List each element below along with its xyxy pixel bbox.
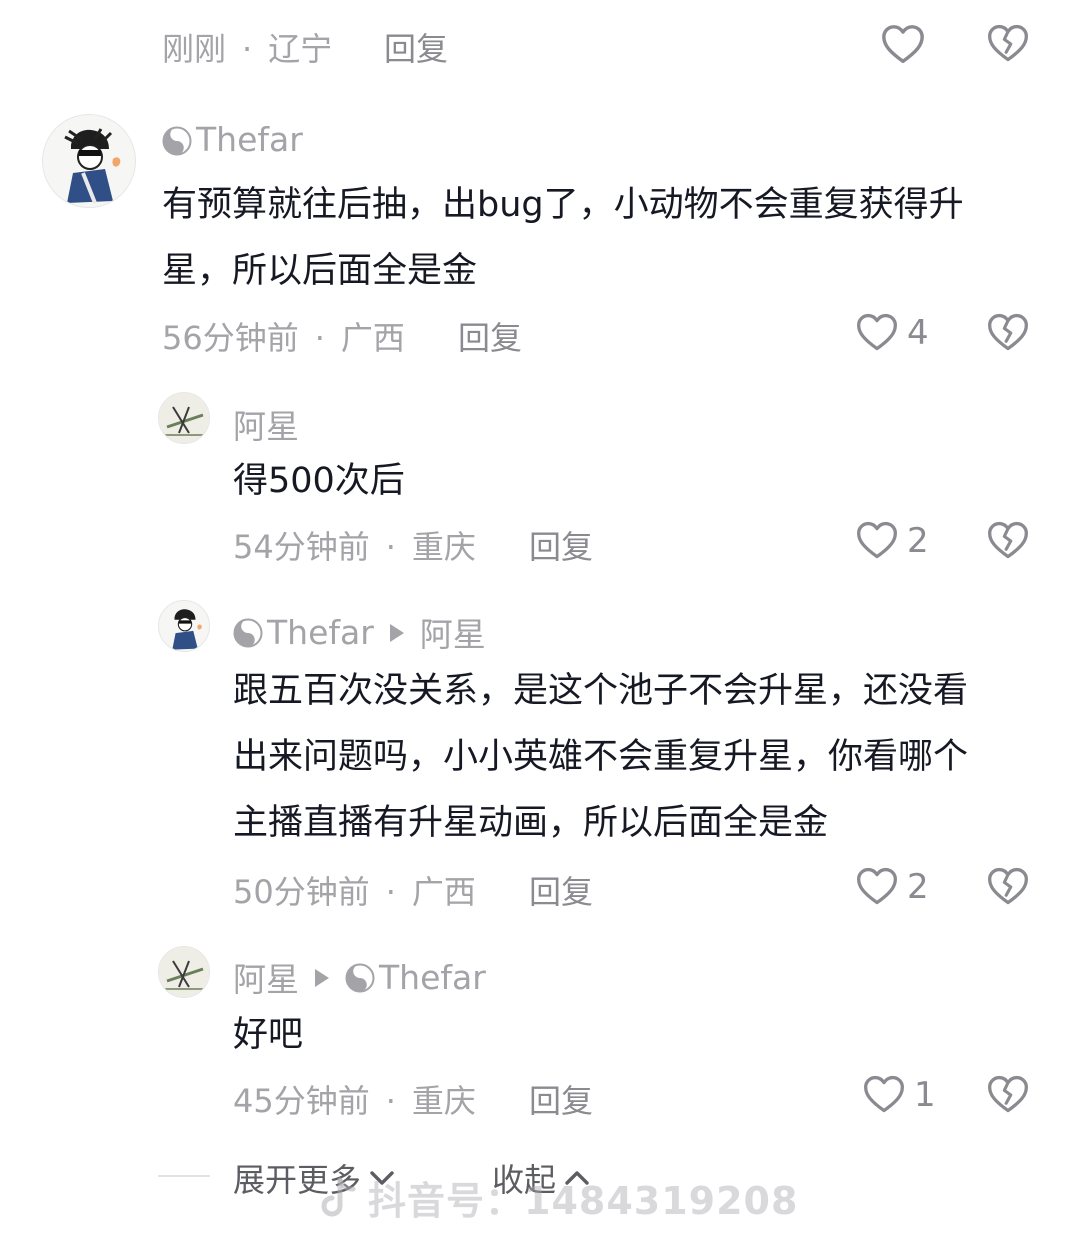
username-row: Thefar xyxy=(162,120,303,159)
like-button[interactable] xyxy=(880,22,926,72)
like-button[interactable]: 4 xyxy=(855,311,929,355)
time: 50分钟前 xyxy=(233,873,370,911)
reply-text: 好吧 xyxy=(233,1015,304,1055)
like-count: 1 xyxy=(914,1075,936,1115)
username[interactable]: Thefar xyxy=(196,120,303,159)
dislike-button[interactable] xyxy=(986,311,1030,355)
comment-text: 有预算就往后抽，出bug了，小动物不会重复获得升 星，所以后面全是金 xyxy=(162,185,964,291)
broken-heart-icon xyxy=(988,313,1028,351)
dislike-button[interactable] xyxy=(986,519,1030,563)
like-button[interactable]: 2 xyxy=(855,865,929,909)
time: 56分钟前 xyxy=(162,319,299,357)
username-row: 阿星 Thefar xyxy=(233,953,486,1001)
avatar-ink-figure-icon xyxy=(159,601,209,651)
broken-heart-icon xyxy=(988,1075,1028,1113)
heart-icon xyxy=(857,313,897,351)
username-row: 阿星 xyxy=(233,400,299,448)
heart-icon xyxy=(864,1075,904,1113)
yin-yang-icon xyxy=(162,125,192,155)
watermark: 抖音号：1484319208 xyxy=(318,1170,798,1225)
time: 45分钟前 xyxy=(233,1082,370,1120)
time: 54分钟前 xyxy=(233,528,370,566)
like-button[interactable]: 1 xyxy=(862,1073,936,1117)
reply-meta: 54分钟前 · 重庆 xyxy=(233,528,476,566)
dislike-button[interactable] xyxy=(986,1073,1030,1117)
like-button[interactable]: 2 xyxy=(855,519,929,563)
like-count: 2 xyxy=(907,521,929,561)
like-count: 4 xyxy=(907,313,929,353)
yin-yang-icon xyxy=(233,617,263,648)
location: 重庆 xyxy=(411,528,476,566)
broken-heart-icon xyxy=(988,867,1028,905)
avatar[interactable] xyxy=(158,600,210,652)
reply-meta: 50分钟前 · 广西 xyxy=(233,873,476,911)
location: 广西 xyxy=(340,319,405,357)
reply-text: 跟五百次没关系，是这个池子不会升星，还没看 出来问题吗，小小英雄不会重复升星，你… xyxy=(233,671,969,843)
yin-yang-icon xyxy=(345,962,375,993)
heart-icon xyxy=(857,867,897,905)
username[interactable]: Thefar xyxy=(267,613,374,652)
time: 刚刚 xyxy=(162,30,227,68)
heart-icon xyxy=(882,25,924,64)
heart-icon xyxy=(857,521,897,559)
douyin-logo-icon xyxy=(321,1177,356,1217)
like-count: 2 xyxy=(907,867,929,907)
location: 广西 xyxy=(411,873,476,911)
avatar-sketch-icon xyxy=(159,947,209,997)
username[interactable]: 阿星 xyxy=(233,953,299,1001)
reply-to-username[interactable]: Thefar xyxy=(379,958,486,997)
location: 重庆 xyxy=(411,1082,476,1120)
avatar[interactable] xyxy=(158,946,210,998)
location: 辽宁 xyxy=(268,30,333,68)
reply-arrow-icon xyxy=(388,613,406,652)
dislike-button[interactable] xyxy=(986,865,1030,909)
reply-button[interactable]: 回复 xyxy=(529,522,593,568)
broken-heart-icon xyxy=(988,521,1028,559)
avatar[interactable] xyxy=(42,114,136,208)
comment-meta: 56分钟前 · 广西 xyxy=(162,319,405,357)
reply-button[interactable]: 回复 xyxy=(458,313,522,359)
avatar-sketch-icon xyxy=(159,393,209,443)
dislike-button[interactable] xyxy=(986,22,1030,66)
username[interactable]: 阿星 xyxy=(233,400,299,448)
top-meta: 刚刚 · 辽宁 xyxy=(162,30,333,68)
reply-button[interactable]: 回复 xyxy=(529,1076,593,1122)
reply-to-username[interactable]: 阿星 xyxy=(420,608,486,656)
username-row: Thefar 阿星 xyxy=(233,608,486,656)
divider xyxy=(158,1175,210,1177)
avatar-ink-figure-icon xyxy=(43,115,135,207)
avatar[interactable] xyxy=(158,392,210,444)
reply-meta: 45分钟前 · 重庆 xyxy=(233,1082,476,1120)
reply-button[interactable]: 回复 xyxy=(384,24,448,70)
reply-text: 得500次后 xyxy=(233,461,405,501)
reply-arrow-icon xyxy=(313,958,331,997)
broken-heart-icon xyxy=(988,24,1028,62)
reply-button[interactable]: 回复 xyxy=(529,867,593,913)
